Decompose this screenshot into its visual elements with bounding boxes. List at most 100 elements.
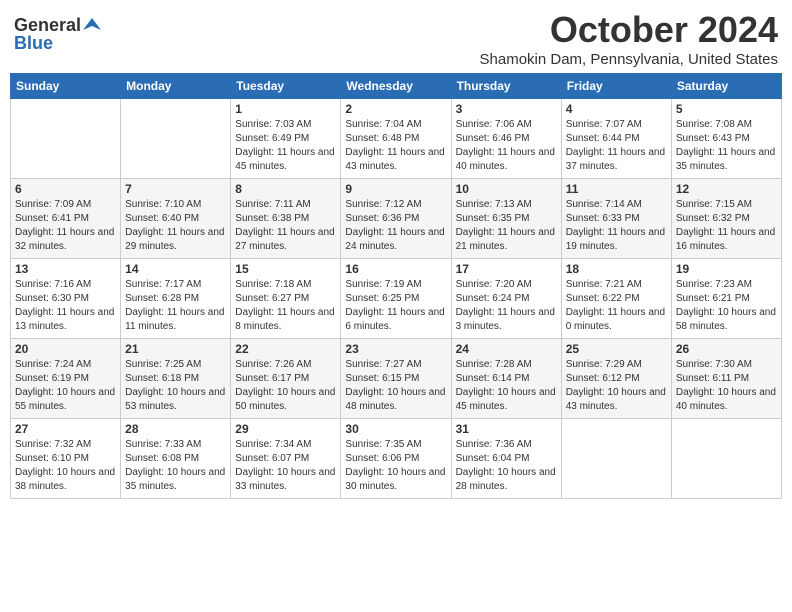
day-number: 26 — [676, 342, 777, 356]
title-area: October 2024 Shamokin Dam, Pennsylvania,… — [480, 10, 778, 69]
logo: General Blue — [14, 10, 101, 52]
day-number: 22 — [235, 342, 336, 356]
day-number: 18 — [566, 262, 667, 276]
day-number: 17 — [456, 262, 557, 276]
day-info: Sunrise: 7:04 AM Sunset: 6:48 PM Dayligh… — [345, 118, 446, 174]
calendar-day-cell: 30Sunrise: 7:35 AM Sunset: 6:06 PM Dayli… — [341, 419, 451, 499]
day-info: Sunrise: 7:21 AM Sunset: 6:22 PM Dayligh… — [566, 278, 667, 334]
calendar-day-cell: 21 Sunrise: 7:25 AM Sunset: 6:18 PM Dayli… — [121, 339, 231, 419]
calendar-day-cell: 7 Sunrise: 7:10 AM Sunset: 6:40 PM Daylig… — [121, 179, 231, 259]
day-number: 12 — [676, 182, 777, 196]
day-number: 13 — [15, 262, 116, 276]
calendar-day-cell: 20 Sunrise: 7:24 AM Sunset: 6:19 PM Dayli… — [11, 339, 121, 419]
calendar-week-row: 13 Sunrise: 7:16 AM Sunset: 6:30 PM Dayli… — [11, 259, 782, 339]
day-info: Sunrise: 7:06 AM Sunset: 6:46 PM Dayligh… — [456, 118, 557, 174]
day-info: Sunrise: 7:20 AM Sunset: 6:24 PM Dayligh… — [456, 278, 557, 334]
calendar-header-day: Friday — [561, 74, 671, 99]
day-info: Sunrise: 7:25 AM Sunset: 6:18 PM Dayligh… — [125, 358, 226, 414]
calendar-table: SundayMondayTuesdayWednesdayThursdayFrid… — [10, 73, 782, 499]
logo-general-text: General — [14, 16, 81, 34]
day-info: Sunrise: 7:34 AM Sunset: 6:07 PM Dayligh… — [235, 438, 336, 494]
day-number: 25 — [566, 342, 667, 356]
calendar-day-cell: 8 Sunrise: 7:11 AM Sunset: 6:38 PM Daylig… — [231, 179, 341, 259]
calendar-day-cell — [121, 99, 231, 179]
day-info: Sunrise: 7:33 AM Sunset: 6:08 PM Dayligh… — [125, 438, 226, 494]
calendar-day-cell: 26 Sunrise: 7:30 AM Sunset: 6:11 PM Dayli… — [671, 339, 781, 419]
calendar-day-cell: 28 Sunrise: 7:33 AM Sunset: 6:08 PM Dayli… — [121, 419, 231, 499]
day-info: Sunrise: 7:13 AM Sunset: 6:35 PM Dayligh… — [456, 198, 557, 254]
day-info: Sunrise: 7:15 AM Sunset: 6:32 PM Dayligh… — [676, 198, 777, 254]
day-info: Sunrise: 7:11 AM Sunset: 6:38 PM Dayligh… — [235, 198, 336, 254]
calendar-day-cell: 11 Sunrise: 7:14 AM Sunset: 6:33 PM Dayli… — [561, 179, 671, 259]
calendar-week-row: 6 Sunrise: 7:09 AM Sunset: 6:41 PM Daylig… — [11, 179, 782, 259]
day-number: 2 — [345, 102, 446, 116]
day-number: 21 — [125, 342, 226, 356]
calendar-day-cell: 27 Sunrise: 7:32 AM Sunset: 6:10 PM Dayli… — [11, 419, 121, 499]
day-number: 1 — [235, 102, 336, 116]
calendar-header-day: Tuesday — [231, 74, 341, 99]
calendar-day-cell: 25 Sunrise: 7:29 AM Sunset: 6:12 PM Dayli… — [561, 339, 671, 419]
day-info: Sunrise: 7:07 AM Sunset: 6:44 PM Dayligh… — [566, 118, 667, 174]
day-info: Sunrise: 7:30 AM Sunset: 6:11 PM Dayligh… — [676, 358, 777, 414]
day-number: 14 — [125, 262, 226, 276]
calendar-day-cell: 31 Sunrise: 7:36 AM Sunset: 6:04 PM Dayli… — [451, 419, 561, 499]
calendar-day-cell: 22 Sunrise: 7:26 AM Sunset: 6:17 PM Dayli… — [231, 339, 341, 419]
day-info: Sunrise: 7:29 AM Sunset: 6:12 PM Dayligh… — [566, 358, 667, 414]
day-number: 5 — [676, 102, 777, 116]
day-number: 3 — [456, 102, 557, 116]
calendar-week-row: 27 Sunrise: 7:32 AM Sunset: 6:10 PM Dayli… — [11, 419, 782, 499]
day-info: Sunrise: 7:26 AM Sunset: 6:17 PM Dayligh… — [235, 358, 336, 414]
calendar-day-cell: 24Sunrise: 7:28 AM Sunset: 6:14 PM Dayli… — [451, 339, 561, 419]
day-number: 16 — [345, 262, 446, 276]
day-number: 11 — [566, 182, 667, 196]
location-title: Shamokin Dam, Pennsylvania, United State… — [480, 50, 778, 70]
day-number: 27 — [15, 422, 116, 436]
day-number: 10 — [456, 182, 557, 196]
day-number: 24 — [456, 342, 557, 356]
day-number: 9 — [345, 182, 446, 196]
calendar-day-cell: 12 Sunrise: 7:15 AM Sunset: 6:32 PM Dayli… — [671, 179, 781, 259]
calendar-day-cell: 15 Sunrise: 7:18 AM Sunset: 6:27 PM Dayli… — [231, 259, 341, 339]
calendar-body: 1Sunrise: 7:03 AM Sunset: 6:49 PM Daylig… — [11, 99, 782, 499]
calendar-week-row: 1Sunrise: 7:03 AM Sunset: 6:49 PM Daylig… — [11, 99, 782, 179]
calendar-day-cell: 16 Sunrise: 7:19 AM Sunset: 6:25 PM Dayli… — [341, 259, 451, 339]
calendar-day-cell: 4Sunrise: 7:07 AM Sunset: 6:44 PM Daylig… — [561, 99, 671, 179]
calendar-day-cell: 2 Sunrise: 7:04 AM Sunset: 6:48 PM Daylig… — [341, 99, 451, 179]
calendar-day-cell: 14Sunrise: 7:17 AM Sunset: 6:28 PM Dayli… — [121, 259, 231, 339]
calendar-day-cell — [561, 419, 671, 499]
logo-bird-icon — [83, 16, 101, 34]
calendar-day-cell — [671, 419, 781, 499]
calendar-day-cell: 13 Sunrise: 7:16 AM Sunset: 6:30 PM Dayli… — [11, 259, 121, 339]
day-info: Sunrise: 7:14 AM Sunset: 6:33 PM Dayligh… — [566, 198, 667, 254]
day-number: 15 — [235, 262, 336, 276]
day-number: 31 — [456, 422, 557, 436]
calendar-header-day: Sunday — [11, 74, 121, 99]
day-info: Sunrise: 7:16 AM Sunset: 6:30 PM Dayligh… — [15, 278, 116, 334]
day-number: 6 — [15, 182, 116, 196]
logo-blue-text: Blue — [14, 34, 53, 52]
calendar-day-cell: 19Sunrise: 7:23 AM Sunset: 6:21 PM Dayli… — [671, 259, 781, 339]
day-number: 8 — [235, 182, 336, 196]
calendar-day-cell: 18 Sunrise: 7:21 AM Sunset: 6:22 PM Dayli… — [561, 259, 671, 339]
calendar-day-cell: 5 Sunrise: 7:08 AM Sunset: 6:43 PM Daylig… — [671, 99, 781, 179]
day-number: 20 — [15, 342, 116, 356]
day-info: Sunrise: 7:36 AM Sunset: 6:04 PM Dayligh… — [456, 438, 557, 494]
day-info: Sunrise: 7:10 AM Sunset: 6:40 PM Dayligh… — [125, 198, 226, 254]
day-info: Sunrise: 7:18 AM Sunset: 6:27 PM Dayligh… — [235, 278, 336, 334]
calendar-day-cell: 1Sunrise: 7:03 AM Sunset: 6:49 PM Daylig… — [231, 99, 341, 179]
day-info: Sunrise: 7:09 AM Sunset: 6:41 PM Dayligh… — [15, 198, 116, 254]
calendar-day-cell: 6 Sunrise: 7:09 AM Sunset: 6:41 PM Daylig… — [11, 179, 121, 259]
day-info: Sunrise: 7:24 AM Sunset: 6:19 PM Dayligh… — [15, 358, 116, 414]
day-info: Sunrise: 7:12 AM Sunset: 6:36 PM Dayligh… — [345, 198, 446, 254]
day-number: 28 — [125, 422, 226, 436]
day-number: 7 — [125, 182, 226, 196]
day-number: 29 — [235, 422, 336, 436]
calendar-day-cell — [11, 99, 121, 179]
calendar-day-cell: 29 Sunrise: 7:34 AM Sunset: 6:07 PM Dayli… — [231, 419, 341, 499]
day-info: Sunrise: 7:19 AM Sunset: 6:25 PM Dayligh… — [345, 278, 446, 334]
calendar-day-cell: 9 Sunrise: 7:12 AM Sunset: 6:36 PM Daylig… — [341, 179, 451, 259]
day-info: Sunrise: 7:35 AM Sunset: 6:06 PM Dayligh… — [345, 438, 446, 494]
calendar-day-cell: 3 Sunrise: 7:06 AM Sunset: 6:46 PM Daylig… — [451, 99, 561, 179]
day-info: Sunrise: 7:32 AM Sunset: 6:10 PM Dayligh… — [15, 438, 116, 494]
day-info: Sunrise: 7:08 AM Sunset: 6:43 PM Dayligh… — [676, 118, 777, 174]
